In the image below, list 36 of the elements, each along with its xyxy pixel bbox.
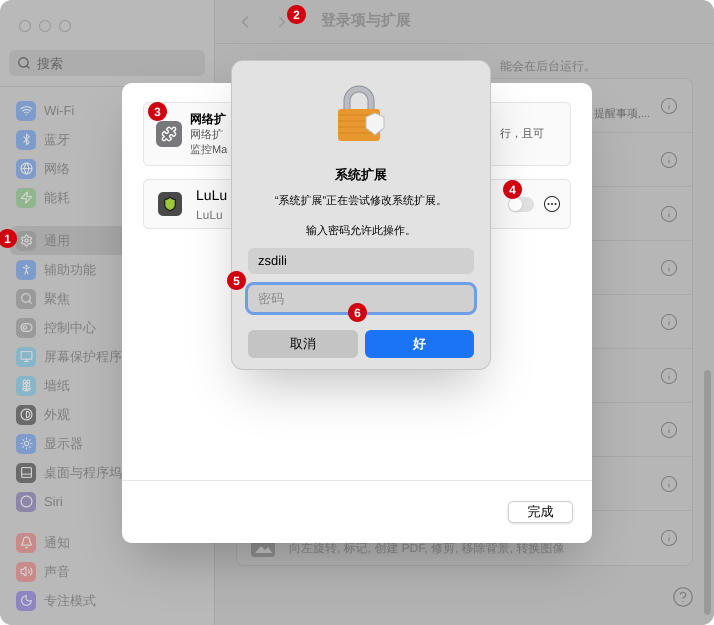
help-icon[interactable] <box>672 586 694 608</box>
more-icon[interactable] <box>544 196 560 212</box>
search-icon <box>17 56 31 70</box>
window-control[interactable] <box>19 20 31 32</box>
info-icon[interactable] <box>660 366 678 384</box>
scrollbar[interactable] <box>704 370 711 615</box>
info-icon[interactable] <box>660 204 678 222</box>
info-icon[interactable] <box>660 420 678 438</box>
extension-description: 监控Ma <box>190 143 228 158</box>
extension-title: LuLu <box>196 186 228 204</box>
shield-icon <box>158 192 182 216</box>
extension-description: 行，且可 <box>500 126 544 142</box>
extension-subtitle: LuLu <box>196 206 224 224</box>
done-button[interactable]: 完成 <box>508 501 573 523</box>
cancel-button[interactable]: 取消 <box>248 330 358 358</box>
info-icon[interactable] <box>660 150 678 168</box>
window-control[interactable] <box>39 20 51 32</box>
username-field[interactable]: zsdili <box>248 248 474 274</box>
search-field[interactable]: 搜索 <box>9 50 205 76</box>
dialog-message: “系统扩展”正在尝试修改系统扩展。 <box>274 194 448 208</box>
row-description: 提醒事项,... <box>594 107 650 122</box>
info-icon[interactable] <box>660 96 678 114</box>
extension-title: 网络扩 <box>190 111 227 128</box>
info-icon[interactable] <box>660 258 678 276</box>
info-icon[interactable] <box>660 474 678 492</box>
toggle-switch[interactable] <box>508 196 534 212</box>
info-icon[interactable] <box>660 312 678 330</box>
window-control[interactable] <box>59 20 71 32</box>
ok-button[interactable]: 好 <box>364 330 474 358</box>
sidebar-item[interactable]: 声音 <box>10 557 204 586</box>
dialog-title: 系统扩展 <box>335 166 387 184</box>
info-icon[interactable] <box>660 529 678 547</box>
puzzle-icon <box>156 121 182 147</box>
sidebar-item[interactable]: 专注模式 <box>10 586 204 615</box>
extension-description: 网络扩 <box>190 128 224 143</box>
dialog-prompt: 输入密码允许此操作。 <box>306 224 416 239</box>
